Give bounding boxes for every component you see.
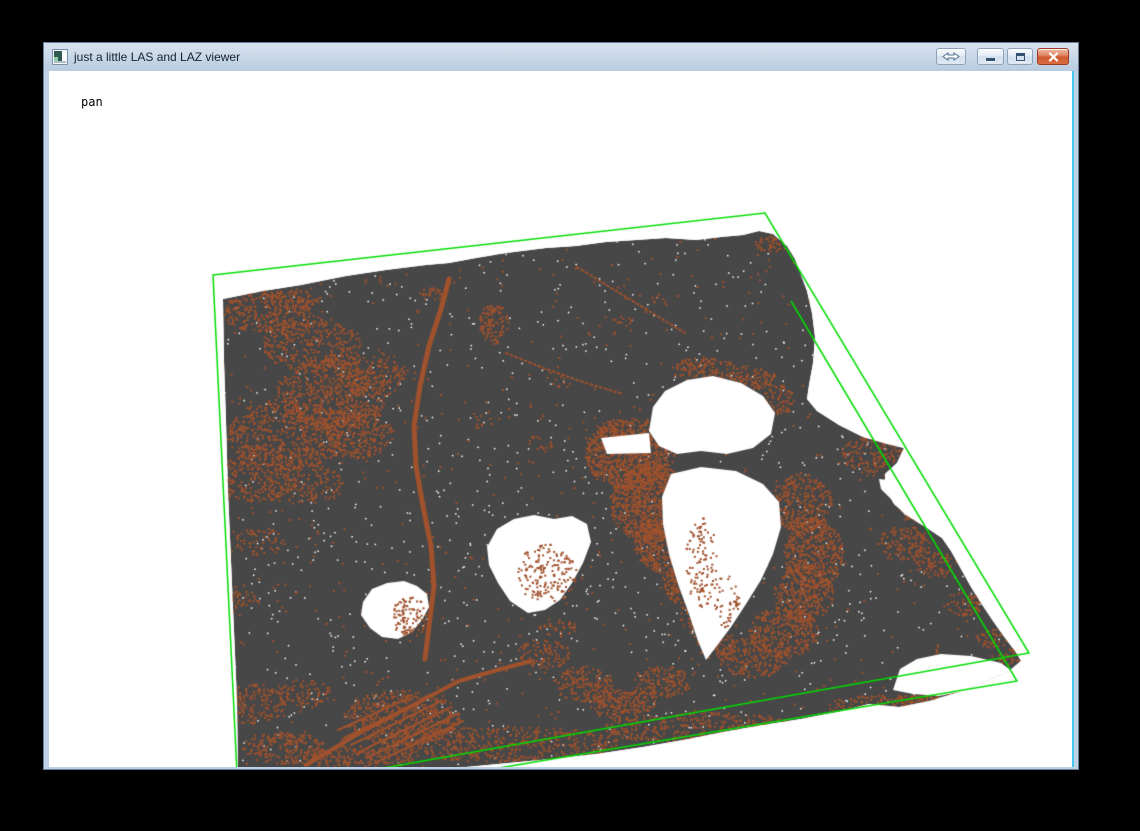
double-arrow-icon: [942, 52, 960, 61]
screen-background: { "window": { "title": "just a little LA…: [0, 0, 1140, 831]
titlebar[interactable]: just a little LAS and LAZ viewer: [44, 43, 1078, 71]
lasview-app-icon: [52, 49, 68, 65]
application-window: just a little LAS and LAZ viewer pan: [43, 42, 1079, 770]
maximize-icon: [1016, 53, 1025, 61]
window-title: just a little LAS and LAZ viewer: [74, 50, 240, 64]
close-icon: [1048, 52, 1059, 62]
edge-artifact-line: [1072, 71, 1074, 767]
maximize-button[interactable]: [1007, 48, 1033, 65]
minimize-button[interactable]: [977, 48, 1004, 65]
interaction-mode-label: pan: [81, 95, 103, 109]
close-button[interactable]: [1037, 48, 1069, 65]
viewer-viewport: pan: [49, 71, 1073, 767]
point-cloud-canvas[interactable]: [49, 71, 1073, 767]
resize-horizontal-button[interactable]: [936, 48, 966, 65]
minimize-icon: [986, 58, 995, 61]
